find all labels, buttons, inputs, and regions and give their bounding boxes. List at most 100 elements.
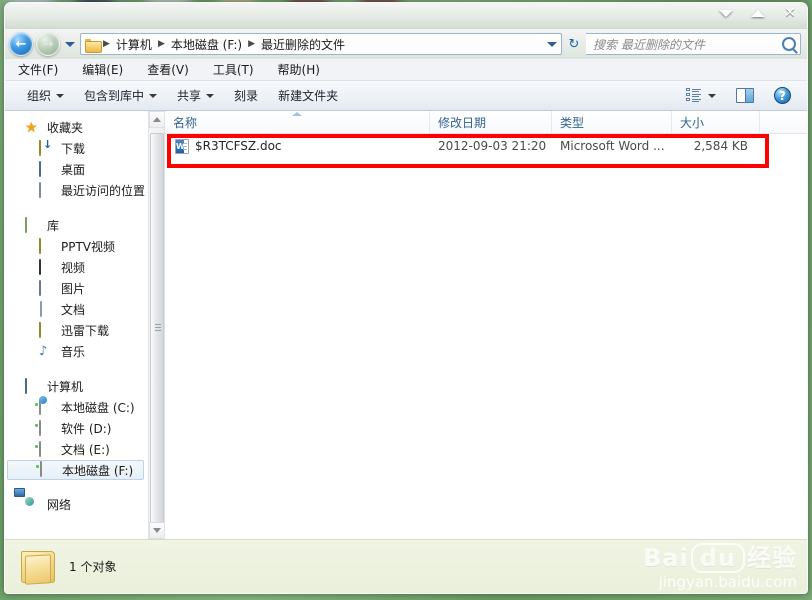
sidebar-item-recent-places[interactable]: 最近访问的位置 xyxy=(5,180,148,201)
forward-button[interactable]: → xyxy=(36,32,60,56)
folder-icon xyxy=(85,38,102,53)
sidebar-item-pptv-video[interactable]: PPTV视频 xyxy=(5,236,148,257)
drive-icon xyxy=(39,419,55,437)
breadcrumb-item-drive-f[interactable]: 本地磁盘 (F:) xyxy=(167,35,246,54)
help-button[interactable]: ? xyxy=(764,83,801,108)
organize-label: 组织 xyxy=(27,89,52,103)
burn-button[interactable]: 刻录 xyxy=(224,83,268,108)
navigation-tree: ★ 收藏夹 下载 桌面 最近访问的位置 xyxy=(5,117,164,515)
sidebar-item-drive-e[interactable]: 文档 (E:) xyxy=(5,439,148,460)
sidebar-item-label: 桌面 xyxy=(61,163,86,177)
recent-locations-button[interactable] xyxy=(63,33,77,55)
computer-icon xyxy=(25,377,41,395)
close-icon: ✕ xyxy=(784,5,796,21)
search-input[interactable]: 搜索 最近删除的文件 xyxy=(593,36,705,53)
back-icon: ← xyxy=(15,36,27,52)
sidebar-item-drive-d[interactable]: 软件 (D:) xyxy=(5,418,148,439)
menu-help[interactable]: 帮助(H) xyxy=(275,60,323,79)
sidebar-item-thunder-download[interactable]: 迅雷下载 xyxy=(5,320,148,341)
command-toolbar: 组织 包含到库中 共享 刻录 新建文件夹 ? xyxy=(5,81,807,111)
watermark-brand: Bai du 经验 xyxy=(643,543,797,573)
change-view-button[interactable] xyxy=(676,84,726,107)
sidebar-item-downloads[interactable]: 下载 xyxy=(5,138,148,159)
menu-bar: 文件(F) 编辑(E) 查看(V) 工具(T) 帮助(H) xyxy=(5,59,807,81)
star-icon: ★ xyxy=(25,119,38,136)
sidebar-item-label: 文档 xyxy=(61,303,86,317)
column-label: 大小 xyxy=(680,115,705,130)
column-headers: 名称 修改日期 类型 大小 xyxy=(165,111,807,134)
search-box[interactable]: 搜索 最近删除的文件 xyxy=(586,33,801,55)
column-header-date-modified[interactable]: 修改日期 xyxy=(430,111,552,133)
nav-group-favorites: ★ 收藏夹 下载 桌面 最近访问的位置 xyxy=(5,117,148,201)
address-bar-row: ← → ▶ 计算机 ▶ 本地磁盘 (F:) ▶ 最近删除的文件 ↻ 搜索 最近删… xyxy=(5,29,807,59)
column-header-type[interactable]: 类型 xyxy=(552,111,672,133)
window-controls: ✕ xyxy=(717,5,799,21)
sort-ascending-icon xyxy=(292,112,302,116)
video-icon xyxy=(39,258,55,276)
back-button[interactable]: ← xyxy=(9,32,33,56)
column-header-name[interactable]: 名称 xyxy=(165,111,430,133)
column-label: 修改日期 xyxy=(438,115,487,130)
sidebar-item-desktop[interactable]: 桌面 xyxy=(5,159,148,180)
scroll-down-button[interactable] xyxy=(149,522,164,539)
sidebar-item-documents[interactable]: 文档 xyxy=(5,299,148,320)
organize-button[interactable]: 组织 xyxy=(17,83,74,108)
music-icon: ♪ xyxy=(39,343,48,359)
minimize-button[interactable] xyxy=(717,5,735,21)
burn-label: 刻录 xyxy=(234,89,259,103)
scroll-up-button[interactable] xyxy=(149,111,164,128)
sidebar-item-videos[interactable]: 视频 xyxy=(5,257,148,278)
sidebar-item-pictures[interactable]: 图片 xyxy=(5,278,148,299)
breadcrumb-separator: ▶ xyxy=(248,39,255,49)
chevron-down-icon xyxy=(65,41,75,47)
refresh-button[interactable]: ↻ xyxy=(565,35,583,53)
explorer-window: ✕ ← → ▶ 计算机 ▶ 本地磁盘 (F:) ▶ 最近删除的文件 ↻ 搜索 最… xyxy=(4,2,808,594)
minimize-icon xyxy=(719,9,733,17)
column-header-size[interactable]: 大小 xyxy=(672,111,760,133)
recent-places-icon xyxy=(39,181,55,199)
watermark-brand-right: 经验 xyxy=(747,544,797,572)
watermark-url: jingyan.baidu.com xyxy=(658,573,797,591)
sidebar-item-label: 图片 xyxy=(61,282,86,296)
sidebar-item-label: 收藏夹 xyxy=(47,121,84,135)
menu-view[interactable]: 查看(V) xyxy=(144,60,192,79)
sidebar-item-label: 视频 xyxy=(61,261,86,275)
file-date-cell: 2012-09-03 21:20 xyxy=(438,139,547,153)
sidebar-item-label: 音乐 xyxy=(61,345,86,359)
sidebar-item-favorites[interactable]: ★ 收藏夹 xyxy=(5,117,148,138)
navigation-pane: ★ 收藏夹 下载 桌面 最近访问的位置 xyxy=(5,111,165,539)
menu-tools[interactable]: 工具(T) xyxy=(210,60,257,79)
folder-icon xyxy=(19,549,59,585)
sidebar-item-music[interactable]: ♪ 音乐 xyxy=(5,341,148,362)
chevron-down-icon xyxy=(547,41,557,47)
preview-pane-icon xyxy=(736,88,754,103)
include-in-library-label: 包含到库中 xyxy=(84,89,145,103)
menu-edit[interactable]: 编辑(E) xyxy=(79,60,126,79)
new-folder-button[interactable]: 新建文件夹 xyxy=(268,83,348,108)
breadcrumb-item-computer[interactable]: 计算机 xyxy=(112,35,156,54)
status-item-count: 1 个对象 xyxy=(69,560,117,574)
sidebar-item-label: 最近访问的位置 xyxy=(61,184,146,198)
navigation-scrollbar[interactable] xyxy=(148,111,164,539)
chevron-down-icon xyxy=(206,93,215,98)
close-button[interactable]: ✕ xyxy=(781,5,799,21)
include-in-library-button[interactable]: 包含到库中 xyxy=(74,83,167,108)
sidebar-item-network[interactable]: 网络 xyxy=(5,494,148,515)
address-dropdown-button[interactable] xyxy=(545,41,559,47)
table-row[interactable]: $R3TCFSZ.doc 2012-09-03 21:20 Microsoft … xyxy=(165,134,807,158)
share-button[interactable]: 共享 xyxy=(167,83,224,108)
sidebar-item-label: 文档 (E:) xyxy=(61,443,110,457)
title-bar[interactable]: ✕ xyxy=(5,3,807,29)
menu-file[interactable]: 文件(F) xyxy=(15,60,61,79)
sidebar-item-drive-c[interactable]: 本地磁盘 (C:) xyxy=(5,397,148,418)
scrollbar-thumb[interactable] xyxy=(150,133,164,523)
sidebar-item-libraries[interactable]: 库 xyxy=(5,215,148,236)
drive-icon xyxy=(40,461,56,478)
preview-pane-button[interactable] xyxy=(726,84,764,107)
address-bar[interactable]: ▶ 计算机 ▶ 本地磁盘 (F:) ▶ 最近删除的文件 xyxy=(80,33,562,55)
sidebar-item-drive-f[interactable]: 本地磁盘 (F:) xyxy=(7,460,144,480)
breadcrumb-item-current-folder[interactable]: 最近删除的文件 xyxy=(257,35,349,54)
maximize-button[interactable] xyxy=(749,5,767,21)
folder-icon xyxy=(39,321,55,339)
sidebar-item-computer[interactable]: 计算机 xyxy=(5,376,148,397)
